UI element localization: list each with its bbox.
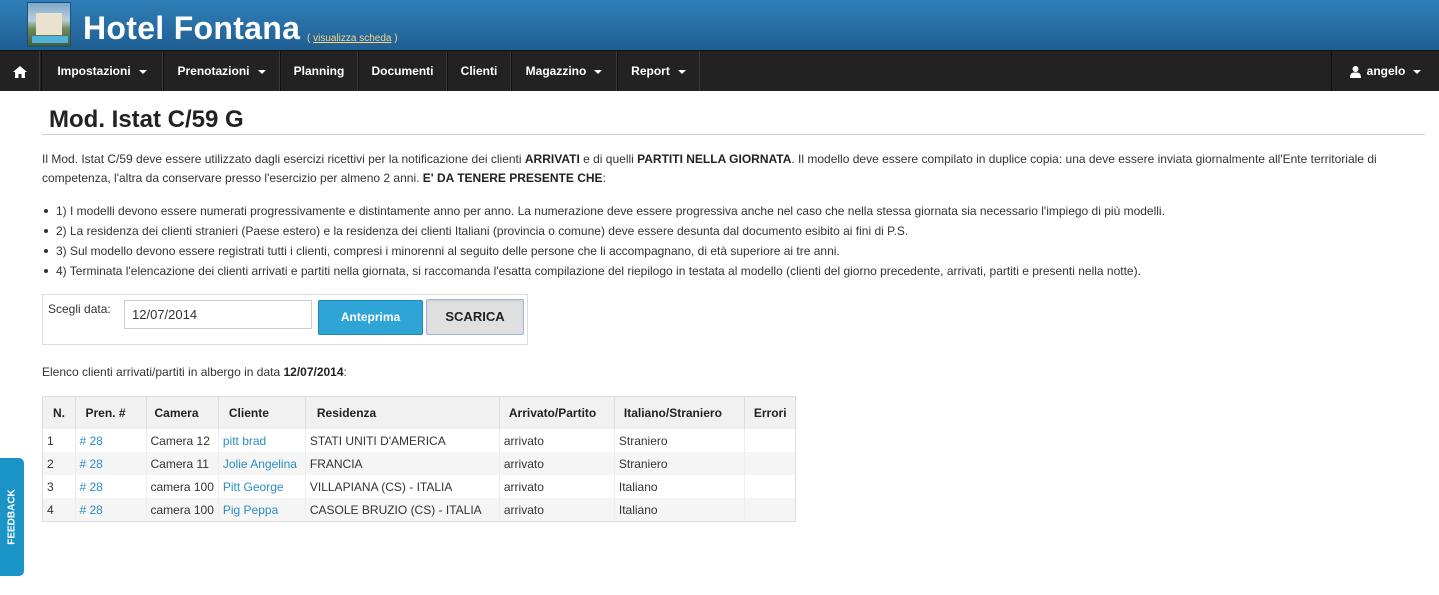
brand-bar: Hotel Fontana ( visualizza scheda )	[0, 0, 1439, 50]
column-header: Arrivato/Partito	[498, 397, 615, 429]
chevron-down-icon	[677, 69, 686, 74]
column-header: N.	[43, 397, 75, 429]
client-link[interactable]: Jolie Angelina	[223, 457, 297, 471]
date-input[interactable]	[124, 300, 312, 329]
column-header: Cliente	[217, 397, 306, 429]
client-link[interactable]: Pitt George	[223, 480, 284, 494]
column-header: Errori	[743, 397, 795, 429]
table-row: 1 # 28 Camera 12 pitt brad STATI UNITI D…	[43, 429, 795, 452]
date-label: Scegli data:	[48, 302, 111, 316]
bullet-icon	[44, 228, 48, 233]
hotel-title: Hotel Fontana	[83, 10, 301, 46]
preview-button[interactable]: Anteprima	[318, 300, 423, 335]
chevron-down-icon	[1413, 69, 1422, 74]
page-title: Mod. Istat C/59 G	[49, 106, 244, 133]
bullet-icon	[44, 248, 48, 253]
column-header: Residenza	[304, 397, 500, 429]
list-item: 1) I modelli devono essere numerati prog…	[42, 201, 1432, 221]
chevron-down-icon	[138, 69, 147, 74]
nav-report[interactable]: Report	[617, 51, 700, 91]
home-icon	[12, 65, 27, 78]
client-link[interactable]: Pig Peppa	[223, 503, 278, 517]
title-divider	[42, 134, 1425, 135]
booking-link[interactable]: # 28	[80, 480, 103, 494]
main-navbar: Impostazioni Prenotazioni Planning Docum…	[0, 50, 1439, 91]
list-item: 4) Terminata l'elencazione dei clienti a…	[42, 261, 1432, 281]
view-card-link[interactable]: visualizza scheda	[313, 33, 391, 44]
column-header: Camera	[145, 397, 219, 429]
nav-documenti[interactable]: Documenti	[358, 51, 447, 91]
feedback-tab[interactable]: FEEDBACK	[0, 458, 24, 576]
booking-link[interactable]: # 28	[80, 457, 103, 471]
download-button[interactable]: SCARICA	[426, 299, 524, 335]
nav-clienti[interactable]: Clienti	[447, 51, 511, 91]
nav-impostazioni[interactable]: Impostazioni	[41, 51, 163, 91]
clients-table: N. Pren. # Camera Cliente Residenza Arri…	[42, 396, 796, 522]
hotel-logo	[27, 2, 71, 47]
table-row: 4 # 28 camera 100 Pig Peppa CASOLE BRUZI…	[43, 498, 795, 521]
rules-list: 1) I modelli devono essere numerati prog…	[42, 201, 1432, 281]
column-header: Pren. #	[74, 397, 146, 429]
column-header: Italiano/Straniero	[613, 397, 745, 429]
chevron-down-icon	[594, 69, 603, 74]
bullet-icon	[44, 208, 48, 213]
nav-prenotazioni[interactable]: Prenotazioni	[163, 51, 280, 91]
table-row: 2 # 28 Camera 11 Jolie Angelina FRANCIA …	[43, 452, 795, 475]
user-icon	[1349, 65, 1361, 78]
table-row: 3 # 28 camera 100 Pitt George VILLAPIANA…	[43, 475, 795, 498]
nav-planning[interactable]: Planning	[280, 51, 358, 91]
list-item: 3) Sul modello devono essere registrati …	[42, 241, 1432, 261]
booking-link[interactable]: # 28	[80, 434, 103, 448]
list-item: 2) La residenza dei clienti stranieri (P…	[42, 221, 1432, 241]
intro-paragraph: Il Mod. Istat C/59 deve essere utilizzat…	[42, 152, 1377, 185]
nav-magazzino[interactable]: Magazzino	[511, 51, 617, 91]
nav-home[interactable]	[0, 51, 40, 91]
bullet-icon	[44, 268, 48, 273]
chevron-down-icon	[257, 69, 266, 74]
table-header-row: N. Pren. # Camera Cliente Residenza Arri…	[43, 397, 795, 429]
booking-link[interactable]: # 28	[80, 503, 103, 517]
date-form: Scegli data: Anteprima SCARICA	[42, 294, 528, 345]
client-link[interactable]: pitt brad	[223, 434, 266, 448]
view-card-wrapper: ( visualizza scheda )	[307, 33, 398, 44]
list-caption: Elenco clienti arrivati/partiti in alber…	[42, 365, 347, 379]
nav-user-menu[interactable]: angelo	[1331, 51, 1439, 91]
